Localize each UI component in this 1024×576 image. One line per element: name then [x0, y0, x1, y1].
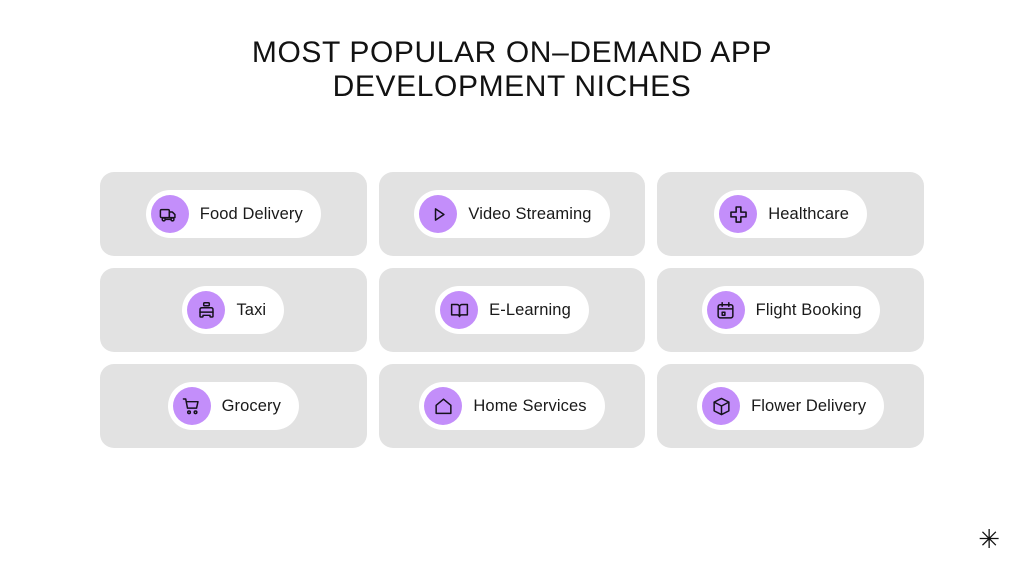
play-circle-icon [419, 195, 458, 233]
niche-label: Home Services [473, 397, 587, 415]
niche-pill[interactable]: Flower Delivery [697, 382, 885, 430]
niche-card-home-services[interactable]: Home Services [378, 364, 646, 448]
taxi-cab-icon [187, 291, 226, 329]
medical-cross-icon [719, 195, 758, 233]
niche-card-healthcare[interactable]: Healthcare [657, 172, 924, 256]
package-box-icon [702, 387, 741, 425]
niche-pill[interactable]: Video Streaming [414, 190, 610, 238]
niche-card-flight-booking[interactable]: Flight Booking [657, 268, 924, 352]
open-book-icon [440, 291, 479, 329]
page-title: MOST POPULAR ON–DEMAND APP DEVELOPMENT N… [251, 36, 773, 103]
niche-pill[interactable]: Home Services [419, 382, 605, 430]
niche-pill[interactable]: Food Delivery [145, 190, 321, 238]
niche-label: Food Delivery [199, 205, 303, 223]
niche-card-video-streaming[interactable]: Video Streaming [378, 172, 646, 256]
slide-canvas: MOST POPULAR ON–DEMAND APP DEVELOPMENT N… [0, 0, 1024, 576]
niche-label: Video Streaming [468, 205, 592, 223]
niche-label: Grocery [221, 397, 282, 415]
niche-label: Flower Delivery [751, 397, 867, 415]
niche-pill[interactable]: Grocery [167, 382, 300, 430]
niche-pill[interactable]: Taxi [182, 286, 285, 334]
calendar-icon [706, 291, 745, 329]
niche-card-grocery[interactable]: Grocery [100, 364, 367, 448]
niche-card-taxi[interactable]: Taxi [100, 268, 367, 352]
niche-pill[interactable]: Flight Booking [701, 286, 880, 334]
delivery-truck-icon [150, 195, 189, 233]
niche-label: Healthcare [768, 205, 850, 223]
niche-label: E-Learning [489, 301, 571, 319]
shopping-cart-icon [172, 387, 211, 425]
asterisk-icon: ✳ [978, 524, 1000, 554]
niche-label: Flight Booking [755, 301, 862, 319]
niche-pill[interactable]: Healthcare [714, 190, 868, 238]
niche-card-flower-delivery[interactable]: Flower Delivery [657, 364, 924, 448]
house-icon [424, 387, 463, 425]
niche-card-food-delivery[interactable]: Food Delivery [100, 172, 367, 256]
niche-label: Taxi [236, 301, 267, 319]
niches-grid: Food Delivery Video Streaming Healthcare… [100, 172, 924, 448]
niche-pill[interactable]: E-Learning [435, 286, 589, 334]
niche-card-e-learning[interactable]: E-Learning [378, 268, 646, 352]
